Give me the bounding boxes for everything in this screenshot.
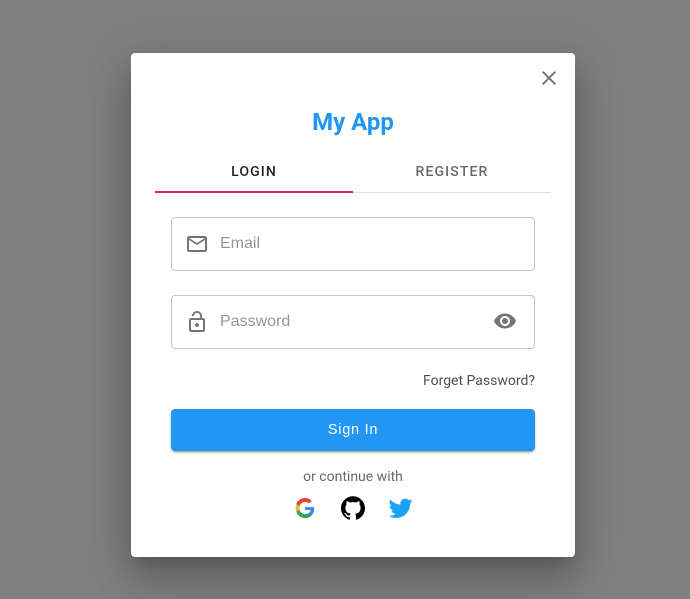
github-login-button[interactable]	[341, 497, 365, 521]
auth-tabs: LOGIN REGISTER	[155, 152, 551, 193]
forgot-password-label: Forget Password?	[423, 373, 535, 389]
signin-button[interactable]: Sign In	[171, 409, 535, 451]
social-divider-text: or continue with	[171, 469, 535, 485]
password-field[interactable]	[171, 295, 535, 349]
app-title: My App	[131, 53, 575, 152]
twitter-icon	[389, 496, 413, 523]
forgot-password-link[interactable]: Forget Password?	[171, 373, 535, 409]
tab-login[interactable]: LOGIN	[155, 152, 353, 192]
login-form: Forget Password? Sign In or continue wit…	[131, 193, 575, 521]
email-icon	[185, 232, 209, 256]
email-field[interactable]	[171, 217, 535, 271]
google-login-button[interactable]	[293, 497, 317, 521]
signin-button-label: Sign In	[328, 422, 378, 438]
tab-register-label: REGISTER	[416, 164, 489, 180]
password-field-wrap	[171, 295, 535, 349]
tab-login-label: LOGIN	[231, 164, 277, 180]
login-dialog: My App LOGIN REGISTER	[131, 53, 575, 557]
eye-icon	[493, 309, 517, 336]
social-login-row	[171, 497, 535, 521]
email-field-wrap	[171, 217, 535, 271]
toggle-password-visibility-button[interactable]	[485, 302, 525, 342]
github-icon	[341, 496, 365, 523]
close-icon	[537, 66, 561, 93]
close-button[interactable]	[529, 59, 569, 99]
google-icon	[293, 496, 317, 523]
twitter-login-button[interactable]	[389, 497, 413, 521]
lock-icon	[185, 310, 209, 334]
tab-register[interactable]: REGISTER	[353, 152, 551, 192]
